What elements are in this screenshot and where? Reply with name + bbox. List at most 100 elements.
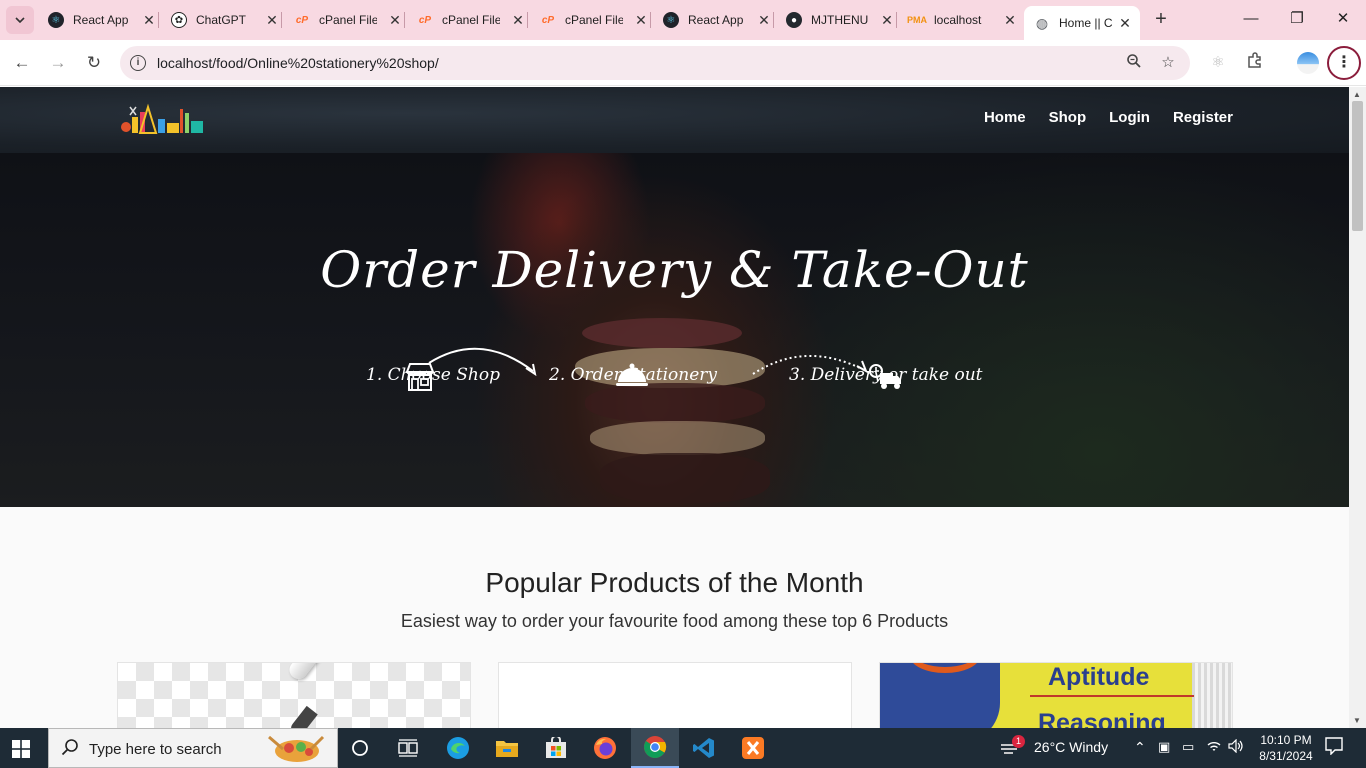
address-url[interactable]: localhost/food/Online%20stationery%20sho… — [157, 55, 439, 71]
close-icon[interactable]: ✕ — [510, 12, 526, 29]
volume-icon[interactable] — [1228, 738, 1244, 756]
reload-icon[interactable]: ↻ — [82, 51, 106, 75]
system-clock[interactable]: 10:10 PM 8/31/2024 — [1250, 732, 1322, 764]
tab-search-button[interactable] — [6, 6, 34, 34]
bookmark-star-icon[interactable]: ☆ — [1158, 53, 1178, 73]
site-header: Home Shop Login Register — [0, 87, 1349, 153]
close-icon[interactable]: ✕ — [879, 12, 895, 29]
tab-separator — [527, 12, 528, 28]
cake-layer — [590, 421, 765, 455]
weather-text[interactable]: 26°C Windy — [1034, 739, 1108, 755]
restore-icon[interactable]: ❐ — [1286, 8, 1308, 30]
tab-separator — [773, 12, 774, 28]
extensions-puzzle-icon[interactable] — [1243, 51, 1267, 75]
tab-separator — [158, 12, 159, 28]
product-card[interactable] — [117, 662, 471, 728]
close-icon[interactable]: ✕ — [141, 12, 157, 29]
nav-shop[interactable]: Shop — [1049, 109, 1087, 126]
tab-separator — [896, 12, 897, 28]
taskbar-search[interactable]: Type here to search — [48, 728, 338, 768]
notification-center-icon[interactable] — [1325, 737, 1343, 758]
extension-react-icon[interactable]: ⚛ — [1206, 51, 1230, 75]
wifi-icon[interactable] — [1206, 739, 1222, 756]
search-icon — [61, 739, 78, 756]
cake-image — [582, 318, 742, 348]
browser-tab[interactable]: ● MJTHENU ✕ — [786, 6, 895, 34]
edge-icon[interactable] — [434, 728, 482, 768]
close-icon[interactable]: ✕ — [1002, 12, 1018, 29]
browser-tab[interactable]: cP cPanel File ✕ — [540, 6, 649, 34]
microsoft-store-icon[interactable] — [532, 728, 580, 768]
zoom-icon[interactable] — [1124, 53, 1144, 73]
browser-tab[interactable]: PMA localhost ✕ — [907, 6, 1018, 34]
page-scrollbar[interactable]: ▲ ▼ — [1349, 87, 1366, 728]
cortana-icon[interactable] — [336, 728, 384, 768]
windows-start-icon[interactable] — [12, 740, 30, 758]
product-card[interactable] — [498, 662, 852, 728]
book-title-text: Reasoning — [1038, 709, 1166, 728]
clock-date: 8/31/2024 — [1259, 749, 1313, 763]
browser-tab-strip: ⚛ React App ✕ ✿ ChatGPT ✕ cP cPanel File… — [0, 0, 1366, 40]
browser-tab[interactable]: ✿ ChatGPT ✕ — [171, 6, 280, 34]
address-bar[interactable]: i localhost/food/Online%20stationery%20s… — [120, 46, 1190, 80]
firefox-icon[interactable] — [581, 728, 629, 768]
forward-icon[interactable]: → — [46, 51, 70, 75]
pen-image — [285, 663, 381, 683]
nav-register[interactable]: Register — [1173, 109, 1233, 126]
cpanel-icon: cP — [295, 14, 309, 26]
cake-layer — [600, 453, 770, 503]
close-icon[interactable]: ✕ — [1117, 15, 1133, 32]
browser-tab[interactable]: ⚛ React App ✕ — [663, 6, 772, 34]
xampp-icon[interactable] — [729, 728, 777, 768]
minimize-icon[interactable]: — — [1240, 8, 1262, 30]
nav-home[interactable]: Home — [984, 109, 1026, 126]
browser-tab-active[interactable]: ◍ Home || C ✕ — [1024, 6, 1140, 40]
step-choose-shop: 1. Choose Shop — [366, 365, 500, 385]
step-order-stationery: 2. Order Stationery — [549, 365, 718, 385]
back-icon[interactable]: ← — [10, 51, 34, 75]
site-info-icon[interactable]: i — [130, 55, 146, 71]
pen-tip — [288, 705, 318, 728]
task-view-icon[interactable] — [384, 728, 432, 768]
battery-icon[interactable]: ▭ — [1182, 739, 1194, 755]
site-logo[interactable] — [118, 103, 206, 137]
scroll-thumb[interactable] — [1352, 101, 1363, 231]
book-cover-shape — [960, 663, 1000, 728]
vscode-icon[interactable] — [680, 728, 728, 768]
page-viewport: Home Shop Login Register Order Delivery … — [0, 87, 1349, 728]
section-subtitle: Easiest way to order your favourite food… — [400, 611, 949, 631]
scroll-down-icon[interactable]: ▼ — [1353, 716, 1361, 725]
book-title-text: Aptitude — [1048, 663, 1150, 691]
meet-now-icon[interactable]: ▣ — [1158, 739, 1170, 755]
tab-separator — [650, 12, 651, 28]
tab-separator — [281, 12, 282, 28]
windows-taskbar: Type here to search 1 26°C Windy ⌃ ▣ ▭ 1… — [0, 728, 1366, 768]
browser-tab[interactable]: ⚛ React App ✕ — [48, 6, 157, 34]
cake-layer — [585, 383, 765, 423]
close-icon[interactable]: ✕ — [264, 12, 280, 29]
section-title: Popular Products of the Month — [485, 567, 864, 598]
nav-login[interactable]: Login — [1109, 109, 1150, 126]
chevron-down-icon — [15, 17, 25, 23]
chevron-up-icon[interactable]: ⌃ — [1134, 739, 1146, 756]
hero-banner: Order Delivery & Take-Out 1. Choose Shop… — [0, 153, 1349, 507]
close-icon[interactable]: ✕ — [633, 12, 649, 29]
popular-section: Popular Products of the Month Easiest wa… — [0, 567, 1349, 632]
globe-icon: ◍ — [1035, 14, 1049, 31]
react-icon: ⚛ — [663, 12, 679, 28]
new-tab-button[interactable]: + — [1150, 8, 1172, 30]
browser-tab[interactable]: cP cPanel File ✕ — [417, 6, 526, 34]
chrome-icon[interactable] — [631, 728, 679, 768]
search-highlight-image — [268, 735, 325, 762]
step-delivery: 3. Delivery or take out — [789, 365, 983, 385]
profile-avatar[interactable] — [1297, 52, 1319, 74]
close-icon[interactable]: ✕ — [387, 12, 403, 29]
product-card[interactable]: Aptitude Reasoning — [879, 662, 1233, 728]
browser-menu-icon[interactable]: ⋮ — [1327, 46, 1361, 80]
file-explorer-icon[interactable] — [483, 728, 531, 768]
tab-separator — [404, 12, 405, 28]
browser-tab[interactable]: cP cPanel File ✕ — [294, 6, 403, 34]
window-close-icon[interactable]: ✕ — [1332, 8, 1354, 30]
scroll-up-icon[interactable]: ▲ — [1353, 90, 1361, 99]
close-icon[interactable]: ✕ — [756, 12, 772, 29]
